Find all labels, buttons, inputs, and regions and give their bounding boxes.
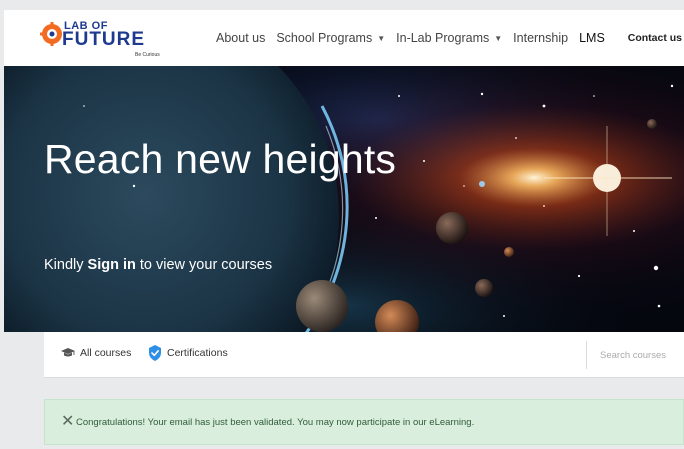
alert-message: Congratulations! Your email has just bee… bbox=[76, 417, 475, 428]
top-navbar: LAB OF FUTURE Be Curious About us School… bbox=[4, 10, 684, 66]
close-icon[interactable]: ✕ bbox=[61, 414, 74, 430]
verified-badge-icon bbox=[149, 345, 161, 361]
site-logo[interactable]: LAB OF FUTURE Be Curious bbox=[40, 18, 170, 58]
tab-all-courses-label: All courses bbox=[80, 347, 132, 359]
caret-down-icon: ▼ bbox=[377, 33, 386, 43]
nav-internship-label: Internship bbox=[513, 31, 569, 45]
graduation-cap-icon bbox=[61, 348, 75, 357]
nav-internship[interactable]: Internship bbox=[513, 31, 568, 45]
nav-about-us-label: About us bbox=[216, 31, 266, 45]
space-background-image bbox=[4, 66, 684, 332]
tab-certifications[interactable]: Certifications bbox=[148, 345, 228, 361]
tab-all-courses[interactable]: All courses bbox=[61, 347, 131, 359]
hero-subtitle: Kindly Sign in to view your courses bbox=[44, 257, 272, 273]
nav-lms[interactable]: LMS bbox=[579, 31, 605, 45]
nav-about-us[interactable]: About us bbox=[216, 31, 265, 45]
sign-in-link[interactable]: Sign in bbox=[88, 257, 136, 273]
logo-main-text: FUTURE bbox=[62, 29, 146, 50]
nav-in-lab-programs[interactable]: In-Lab Programs ▼ bbox=[396, 31, 502, 45]
hero-subtitle-prefix: Kindly bbox=[44, 257, 88, 273]
contact-us-link[interactable]: Contact us bbox=[628, 10, 682, 66]
search-courses-input[interactable] bbox=[600, 344, 684, 366]
logo-tagline: Be Curious bbox=[135, 52, 160, 58]
hero-subtitle-suffix: to view your courses bbox=[135, 257, 273, 273]
nav-lms-label: LMS bbox=[579, 31, 605, 45]
success-alert: ✕ Congratulations! Your email has just b… bbox=[44, 399, 684, 445]
hero-banner: Reach new heights Kindly Sign in to view… bbox=[4, 66, 684, 332]
brain-gear-icon bbox=[40, 22, 62, 46]
nav-school-programs-label: School Programs bbox=[276, 31, 373, 45]
hero-title: Reach new heights bbox=[44, 136, 397, 182]
contact-us-label: Contact us bbox=[627, 32, 682, 44]
caret-down-icon: ▼ bbox=[494, 33, 503, 43]
search-divider bbox=[586, 341, 587, 369]
course-filter-bar: All courses Certifications bbox=[44, 332, 684, 378]
nav-in-lab-programs-label: In-Lab Programs bbox=[396, 31, 490, 45]
nav-school-programs[interactable]: School Programs ▼ bbox=[276, 31, 385, 45]
main-nav: About us School Programs ▼ In-Lab Progra… bbox=[216, 10, 616, 66]
tab-certifications-label: Certifications bbox=[167, 347, 228, 359]
